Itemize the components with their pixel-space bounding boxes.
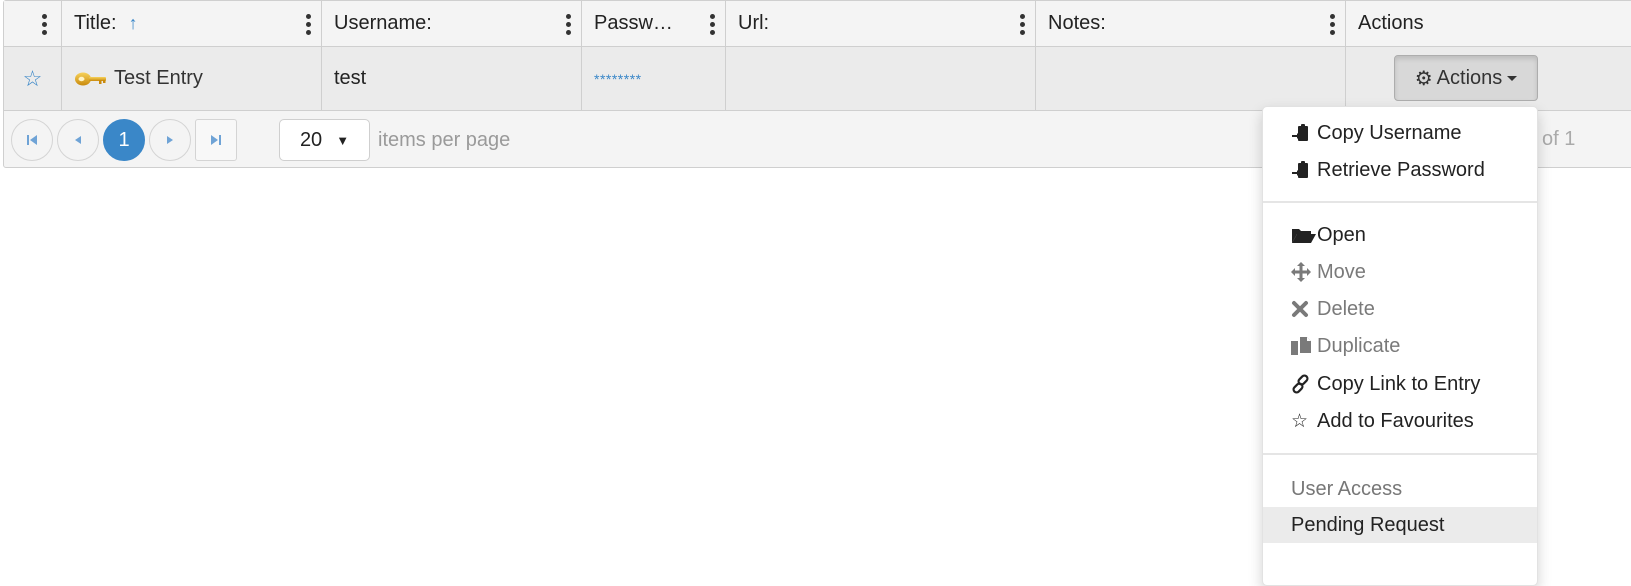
menu-item-copy-link[interactable]: Copy Link to Entry (1263, 366, 1537, 402)
favourite-cell: ☆ (4, 47, 62, 110)
pager-info: of 1 (1542, 128, 1576, 150)
menu-item-label: Pending Request (1291, 513, 1445, 536)
actions-cell: ⚙ Actions (1346, 47, 1631, 110)
prev-page-button[interactable] (57, 119, 99, 161)
link-icon (1291, 374, 1317, 394)
menu-item-retrieve-password[interactable]: Retrieve Password (1263, 152, 1537, 188)
menu-item-label: Open (1317, 223, 1366, 246)
menu-item-label: Copy Username (1317, 121, 1462, 144)
last-page-icon (211, 135, 221, 145)
sort-ascending-icon: ↑ (128, 13, 138, 33)
dropdown-arrow-icon: ▼ (336, 132, 350, 148)
column-menu-icon[interactable] (41, 14, 47, 36)
page-size-value: 20 (299, 128, 323, 151)
entry-title: Test Entry (114, 67, 203, 89)
menu-item-add-favourites[interactable]: ☆ Add to Favourites (1263, 403, 1537, 439)
star-icon: ☆ (1291, 410, 1309, 432)
entry-username: test (334, 67, 367, 89)
caret-down-icon (1507, 75, 1518, 81)
table-row[interactable]: ☆ Test Entry test ******** ⚙ Actions (4, 47, 1631, 111)
entry-password-masked[interactable]: ******** (582, 71, 642, 87)
next-page-button[interactable] (149, 119, 191, 161)
column-menu-icon[interactable] (709, 14, 715, 36)
key-icon (75, 72, 106, 85)
page-1-button[interactable]: 1 (103, 119, 145, 161)
column-header-url[interactable]: Url: (726, 1, 1036, 46)
password-cell[interactable]: ******** (582, 47, 726, 110)
menu-divider (1263, 453, 1537, 455)
notes-cell[interactable] (1036, 47, 1346, 110)
menu-item-duplicate[interactable]: Duplicate (1263, 328, 1537, 364)
first-page-button[interactable] (11, 119, 53, 161)
column-menu-icon[interactable] (565, 14, 571, 36)
actions-button-label: Actions (1436, 66, 1503, 89)
column-menu-icon[interactable] (305, 14, 311, 36)
menu-item-label: Duplicate (1317, 334, 1401, 357)
title-cell[interactable]: Test Entry (62, 47, 322, 110)
clipboard-icon (1291, 160, 1317, 180)
last-page-button[interactable] (195, 119, 237, 161)
column-header-favourite (4, 1, 62, 46)
menu-item-label: Copy Link to Entry (1317, 372, 1481, 395)
column-notes-label: Notes: (1048, 12, 1106, 34)
gear-icon: ⚙ (1414, 67, 1433, 90)
menu-item-label: Move (1317, 260, 1366, 283)
url-cell[interactable] (726, 47, 1036, 110)
items-per-page-label: items per page (378, 128, 511, 151)
column-username-label: Username: (334, 12, 432, 34)
actions-dropdown-button[interactable]: ⚙ Actions (1394, 55, 1538, 101)
menu-item-label: Retrieve Password (1317, 158, 1485, 181)
column-title-label: Title: (74, 12, 117, 34)
move-icon (1291, 262, 1317, 282)
star-outline-icon[interactable]: ☆ (23, 66, 43, 92)
actions-dropdown-menu: Copy Username Retrieve Password Open Mov… (1262, 106, 1538, 586)
column-header-actions: Actions (1346, 1, 1631, 46)
menu-item-delete[interactable]: Delete (1263, 291, 1537, 327)
prev-page-icon (75, 136, 81, 144)
column-header-username[interactable]: Username: (322, 1, 582, 46)
username-cell[interactable]: test (322, 47, 582, 110)
column-password-label: Passw… (594, 12, 673, 34)
column-header-title[interactable]: Title: ↑ (62, 1, 322, 46)
column-actions-label: Actions (1358, 12, 1424, 34)
folder-open-icon (1291, 225, 1317, 245)
menu-item-move[interactable]: Move (1263, 254, 1537, 290)
column-header-password[interactable]: Passw… (582, 1, 726, 46)
next-page-icon (167, 136, 173, 144)
menu-item-label: Add to Favourites (1317, 409, 1474, 432)
menu-item-copy-username[interactable]: Copy Username (1263, 115, 1537, 151)
clipboard-icon (1291, 123, 1317, 143)
menu-divider (1263, 201, 1537, 203)
column-url-label: Url: (738, 12, 770, 34)
page-size-select[interactable]: 20 ▼ (279, 119, 370, 161)
column-menu-icon[interactable] (1019, 14, 1025, 36)
column-header-notes[interactable]: Notes: (1036, 1, 1346, 46)
menu-item-label: Delete (1317, 297, 1375, 320)
grid-header: Title: ↑ Username: Passw… Url: Notes: Ac… (4, 1, 1631, 47)
delete-icon (1291, 300, 1317, 318)
column-menu-icon[interactable] (1329, 14, 1335, 36)
duplicate-icon (1291, 336, 1317, 356)
menu-item-open[interactable]: Open (1263, 217, 1537, 253)
menu-item-pending-request[interactable]: Pending Request (1263, 507, 1537, 543)
first-page-icon (27, 135, 37, 145)
menu-section-header: User Access (1291, 478, 1403, 500)
